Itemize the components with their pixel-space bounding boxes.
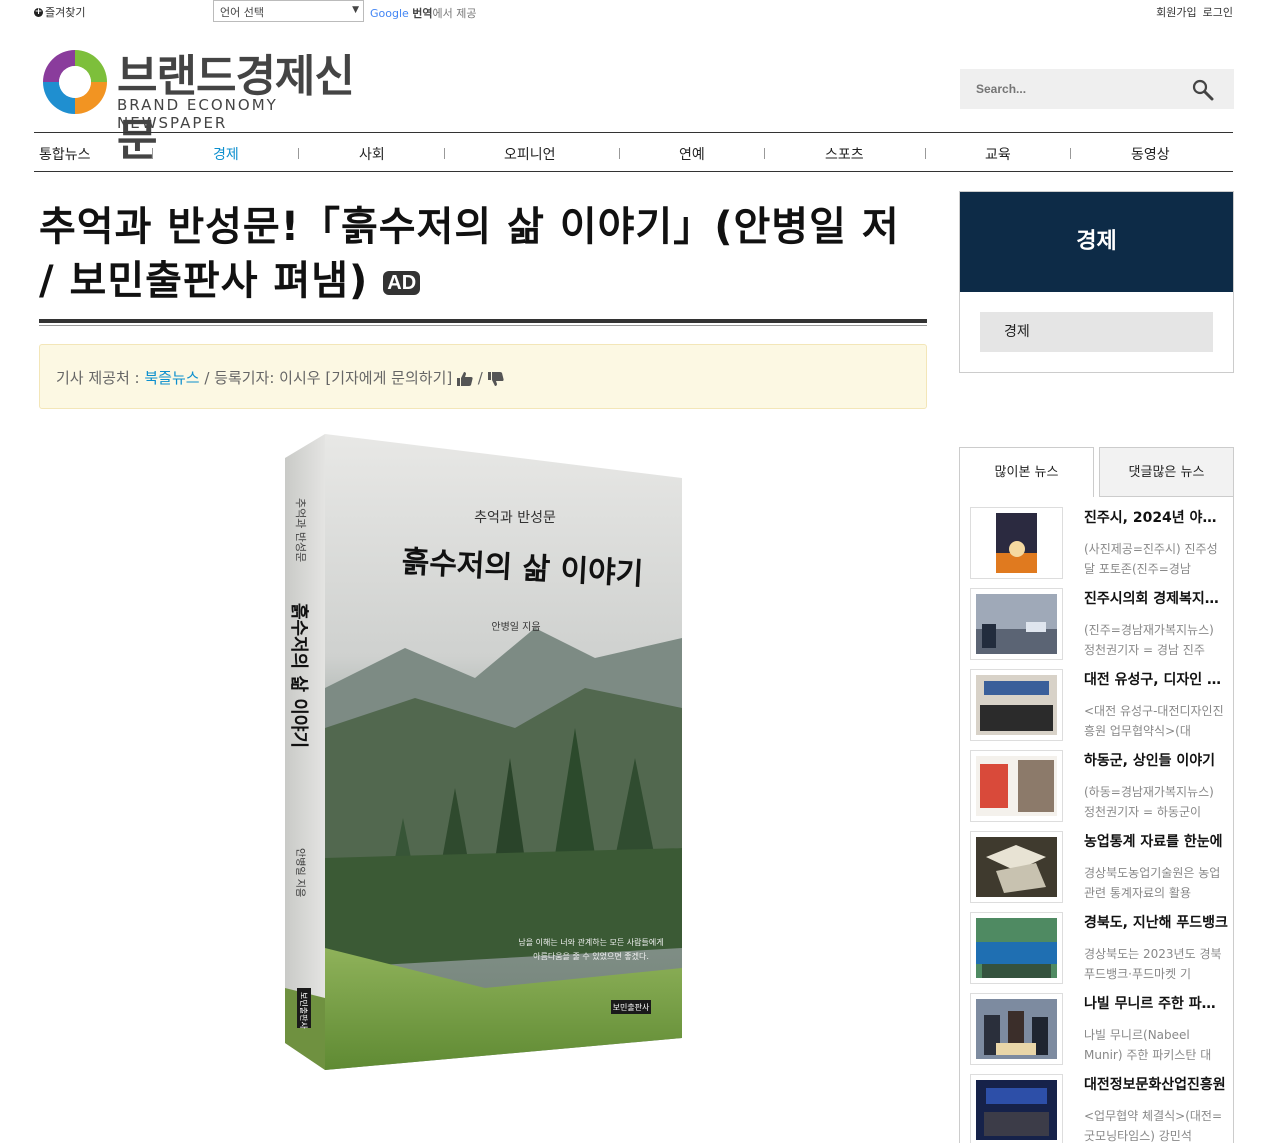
list-item[interactable]: 농업통계 자료를 한눈에 경상북도농업기술원은 농업 관련 통계자료의 활용 bbox=[970, 831, 1230, 907]
book-cover-image: 추억과 반성문 흙수저의 삶 이야기 안병일 지음 남을 이해는 너와 관계하는… bbox=[285, 434, 682, 1070]
news-thumbnail bbox=[970, 912, 1063, 984]
logo-mark-icon bbox=[43, 50, 107, 114]
favorites-link[interactable]: + 즐겨찾기 bbox=[34, 4, 85, 20]
list-item[interactable]: 대전정보문화산업진흥원 <업무협약 체결식>(대전=굿모닝타임스) 강민석 bbox=[970, 1074, 1230, 1143]
article-byline: 기사 제공처 : 북즐뉴스 / 등록기자: 이시우 [기자에게 문의하기] / bbox=[39, 344, 927, 409]
news-tabs: 많이본 뉴스 댓글많은 뉴스 bbox=[959, 447, 1234, 497]
nav-item-sports[interactable]: 스포츠 bbox=[825, 144, 864, 164]
auth-links: 회원가입 로그인 bbox=[1156, 4, 1233, 20]
news-summary: 경상북도농업기술원은 농업 관련 통계자료의 활용 bbox=[1084, 866, 1221, 900]
list-item[interactable]: 진주시의회 경제복지위원회 (진주=경남재가복지뉴스) 정천권기자 = 경남 진… bbox=[970, 588, 1230, 664]
spine-subtitle: 추억과 반성문 bbox=[294, 498, 307, 562]
news-thumbnail bbox=[970, 507, 1063, 579]
nav-item-video[interactable]: 동영상 bbox=[1131, 144, 1170, 164]
section-box: 경제 경제 bbox=[959, 191, 1234, 373]
news-thumbnail bbox=[970, 831, 1063, 903]
section-title: 경제 bbox=[960, 192, 1233, 292]
list-item[interactable]: 하동군, 상인들 이야기 (하동=경남재가복지뉴스) 정천권기자 = 하동군이 bbox=[970, 750, 1230, 826]
news-title: 하동군, 상인들 이야기 bbox=[1084, 753, 1215, 769]
list-item[interactable]: 경북도, 지난해 푸드뱅크 경상북도는 2023년도 경북 푸드뱅크·푸드마켓 … bbox=[970, 912, 1230, 988]
news-thumbnail bbox=[970, 993, 1063, 1065]
news-summary: (사진제공=진주시) 진주성 달 포토존(진주=경남 bbox=[1084, 542, 1218, 576]
book-publisher: 보민출판사 bbox=[613, 1002, 650, 1012]
news-thumbnail bbox=[970, 588, 1063, 660]
nav-item-society[interactable]: 사회 bbox=[359, 144, 385, 164]
language-select[interactable]: 언어 선택 ▼ bbox=[213, 0, 364, 22]
plus-icon: + bbox=[34, 6, 43, 17]
nav-item-entertainment[interactable]: 연예 bbox=[679, 144, 705, 164]
tab-most-commented[interactable]: 댓글많은 뉴스 bbox=[1099, 447, 1234, 497]
google-logo-text: Google bbox=[370, 7, 409, 20]
news-summary: (진주=경남재가복지뉴스) 정천권기자 = 경남 진주 bbox=[1084, 623, 1214, 657]
nav-item-opinion[interactable]: 오피니언 bbox=[504, 144, 556, 164]
news-thumbnail bbox=[970, 1074, 1063, 1143]
chevron-down-icon: ▼ bbox=[352, 5, 359, 15]
site-logo[interactable]: 브랜드경제신문 BRAND ECONOMY NEWSPAPER bbox=[41, 44, 391, 166]
news-thumbnail bbox=[970, 669, 1063, 741]
source-link[interactable]: 북즐뉴스 bbox=[144, 369, 199, 387]
nav-divider bbox=[298, 148, 299, 159]
news-title: 진주시의회 경제복지위원회 bbox=[1084, 591, 1228, 607]
news-summary: (하동=경남재가복지뉴스) 정천권기자 = 하동군이 bbox=[1084, 785, 1214, 819]
search-box bbox=[960, 69, 1234, 109]
nav-divider bbox=[925, 148, 926, 159]
login-link[interactable]: 로그인 bbox=[1203, 4, 1233, 20]
news-title: 대전정보문화산업진흥원 bbox=[1084, 1077, 1226, 1093]
main-nav: 통합뉴스 경제 사회 오피니언 연예 스포츠 교육 동영상 bbox=[34, 132, 1233, 172]
news-summary: <업무협약 체결식>(대전=굿모닝타임스) 강민석 bbox=[1084, 1109, 1223, 1143]
nav-divider bbox=[1070, 148, 1071, 159]
title-rule-thin bbox=[39, 325, 927, 326]
spine-author: 안병일 지음 bbox=[294, 848, 306, 897]
news-title: 경북도, 지난해 푸드뱅크 bbox=[1084, 915, 1228, 931]
article-title-text: 추억과 반성문!「흙수저의 삶 이야기」(안병일 저 / 보민출판사 펴냄) bbox=[39, 204, 900, 304]
byline-prefix: 기사 제공처 : bbox=[56, 369, 145, 387]
book-author: 안병일 지음 bbox=[491, 621, 540, 633]
translate-suffix: 에서 제공 bbox=[432, 7, 477, 20]
vote-divider: / bbox=[477, 369, 488, 387]
nav-item-integrated-news[interactable]: 통합뉴스 bbox=[39, 144, 91, 164]
news-title: 진주시, 2024년 야간관광 bbox=[1084, 510, 1228, 526]
nav-divider bbox=[444, 148, 445, 159]
news-summary: 경상북도는 2023년도 경북 푸드뱅크·푸드마켓 기 bbox=[1084, 947, 1222, 981]
top-utility-bar: + 즐겨찾기 언어 선택 ▼ Google 번역에서 제공 회원가입 로그인 bbox=[0, 0, 1263, 24]
spine-publisher: 보민출판사 bbox=[299, 992, 309, 1029]
logo-english-text: BRAND ECONOMY NEWSPAPER bbox=[117, 96, 278, 132]
nav-item-economy[interactable]: 경제 bbox=[213, 144, 239, 164]
title-rule bbox=[39, 319, 927, 323]
book-subtitle: 추억과 반성문 bbox=[474, 510, 556, 526]
news-thumbnail bbox=[970, 750, 1063, 822]
search-icon[interactable] bbox=[1192, 79, 1214, 101]
byline-reporter: / 등록기자: 이시우 [기자에게 문의하기] bbox=[199, 369, 457, 387]
nav-divider bbox=[764, 148, 765, 159]
signup-link[interactable]: 회원가입 bbox=[1156, 4, 1196, 20]
translate-word: 번역 bbox=[412, 7, 433, 20]
news-title: 대전 유성구, 디자인 혁신 bbox=[1084, 672, 1228, 688]
section-item-economy[interactable]: 경제 bbox=[980, 312, 1213, 352]
article-title: 추억과 반성문!「흙수저의 삶 이야기」(안병일 저 / 보민출판사 펴냄) A… bbox=[39, 200, 929, 308]
nav-item-education[interactable]: 교육 bbox=[985, 144, 1011, 164]
tab-popular-news[interactable]: 많이본 뉴스 bbox=[959, 447, 1094, 497]
search-input[interactable] bbox=[960, 69, 1180, 109]
news-title: 나빌 무니르 주한 파키스탄 bbox=[1084, 996, 1228, 1012]
news-summary: 나빌 무니르(Nabeel Munir) 주한 파키스탄 대 bbox=[1084, 1028, 1212, 1062]
thumbs-down-icon[interactable] bbox=[487, 371, 504, 386]
book-blurb-line-1: 남을 이해는 너와 관계하는 모든 사람들에게 bbox=[518, 937, 663, 947]
book-blurb-line-2: 아름다움을 줄 수 있었으면 좋겠다. bbox=[533, 951, 649, 961]
spine-title: 흙수저의 삶 이야기 bbox=[288, 603, 310, 748]
list-item[interactable]: 진주시, 2024년 야간관광 (사진제공=진주시) 진주성 달 포토존(진주=… bbox=[970, 507, 1230, 583]
news-summary: <대전 유성구-대전디자인진흥원 업무협약식>(대 bbox=[1084, 704, 1224, 738]
list-item[interactable]: 대전 유성구, 디자인 혁신 <대전 유성구-대전디자인진흥원 업무협약식>(대 bbox=[970, 669, 1230, 745]
news-title: 농업통계 자료를 한눈에 bbox=[1084, 834, 1223, 850]
google-translate-credit[interactable]: Google 번역에서 제공 bbox=[370, 5, 477, 21]
ad-badge: AD bbox=[383, 271, 421, 295]
popular-news-list: 진주시, 2024년 야간관광 (사진제공=진주시) 진주성 달 포토존(진주=… bbox=[959, 497, 1234, 1143]
thumbs-up-icon[interactable] bbox=[456, 371, 473, 386]
favorites-label: 즐겨찾기 bbox=[45, 6, 86, 19]
nav-divider bbox=[619, 148, 620, 159]
nav-divider bbox=[152, 148, 153, 159]
list-item[interactable]: 나빌 무니르 주한 파키스탄 나빌 무니르(Nabeel Munir) 주한 파… bbox=[970, 993, 1230, 1069]
language-select-value: 언어 선택 bbox=[220, 6, 264, 19]
